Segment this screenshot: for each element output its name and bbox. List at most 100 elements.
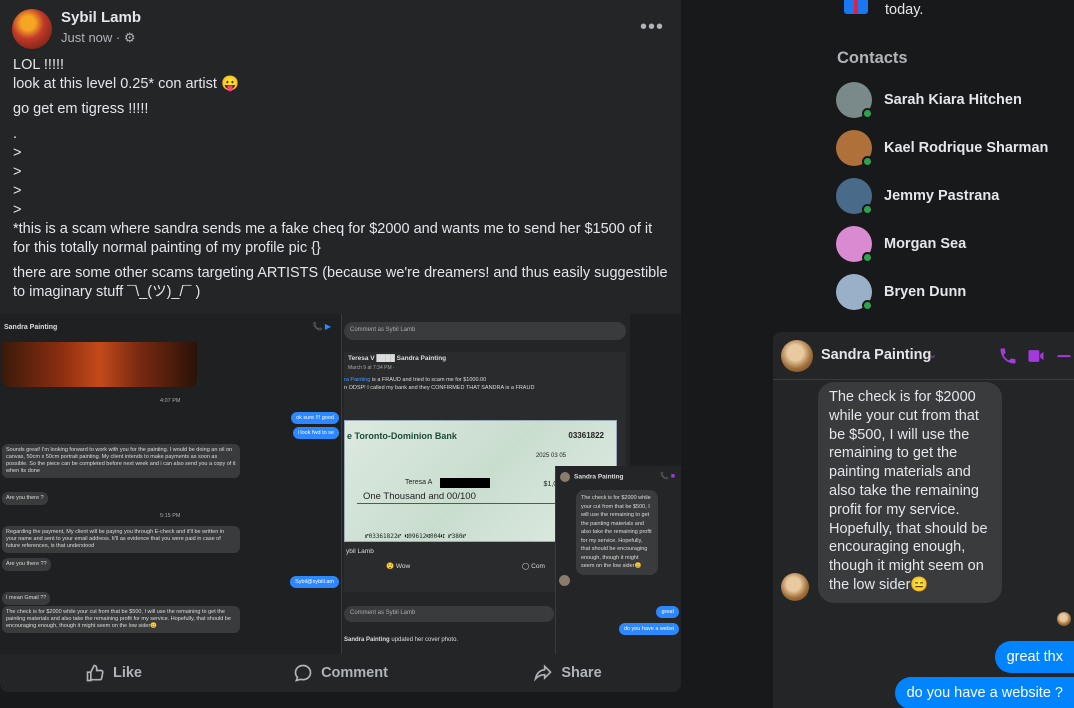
cheque-rule [357, 503, 556, 504]
fraud-date: March 9 at 7:34 PM · [348, 365, 395, 371]
contact-item[interactable]: Jemmy Pastrana [836, 174, 1074, 218]
right-rail: today. Contacts Sarah Kiara Hitchen Kael… [826, 0, 1074, 330]
msg-in: Are you there ? [2, 492, 48, 505]
cheque-bank: e Toronto-Dominion Bank [347, 431, 457, 441]
comment-button[interactable]: Comment [227, 654, 454, 692]
fraud-text-1: is a FRAUD and tried to scam me for $100… [370, 377, 487, 383]
online-indicator [862, 156, 873, 167]
contact-name: Kael Rodrique Sharman [884, 140, 1049, 156]
mini-out-1: great [656, 606, 679, 618]
sender-avatar [781, 573, 809, 601]
contact-item[interactable]: Sarah Kiara Hitchen [836, 78, 1074, 122]
mini-call-icons: 📞 ■ [660, 473, 675, 480]
cheque-number: 03361822 [568, 431, 604, 440]
chat-contact-name[interactable]: Sandra Painting [821, 347, 931, 363]
post-actions: Like Comment Share [0, 654, 681, 692]
comment-short: Com [531, 563, 545, 570]
mini-avatar [559, 575, 570, 586]
like-button[interactable]: Like [0, 654, 227, 692]
comment-label: Comment [321, 665, 388, 681]
post-meta: Just now · ⚙ [61, 30, 136, 46]
screen: Sybil Lamb Just now · ⚙ ••• LOL !!!!! lo… [0, 0, 1074, 708]
msg-in: I mean Gmail ?? [2, 592, 51, 605]
contact-name: Sarah Kiara Hitchen [884, 92, 1022, 108]
post-line: > [13, 164, 22, 180]
post-line: > [13, 145, 22, 161]
cheque-amount-words: One Thousand and 00/100 [363, 491, 476, 502]
fraud-text: ra Painting is a FRAUD and tried to scam… [344, 376, 534, 392]
outgoing-message: do you have a website ? [894, 677, 1074, 708]
author-name[interactable]: Sybil Lamb [61, 9, 141, 26]
feed-post: Sybil Lamb Just now · ⚙ ••• LOL !!!!! lo… [0, 0, 681, 692]
msg-in: Sounds great! I'm looking forward to wor… [2, 444, 240, 478]
redaction-bar [440, 478, 490, 488]
post-image-collage[interactable]: Sandra Painting 📞 ▶ 4:07 PM ok sure !!! … [0, 314, 681, 654]
msg-out: ok sure !!! good [291, 412, 339, 424]
cheque-date: 2025 03 05 [535, 453, 566, 459]
cover-name: Sandra Painting [344, 637, 390, 643]
post-text: LOL !!!!! look at this level 0.25* con a… [13, 56, 673, 302]
gift-icon [844, 0, 868, 14]
birthday-text: today. [885, 2, 924, 18]
screenshot-chat-mini: Sandra Painting 📞 ■ The check is for $20… [555, 466, 681, 654]
post-header: Sybil Lamb Just now · ⚙ ••• [12, 8, 672, 52]
thumbs-up-icon [86, 664, 104, 682]
online-indicator [862, 252, 873, 263]
comment-field-mini: Comment as Sybil Lamb [344, 322, 626, 340]
painting-image [2, 342, 197, 387]
share-button[interactable]: Share [454, 654, 681, 692]
contact-name: Bryen Dunn [884, 284, 967, 300]
screenshot-messenger: Sandra Painting 📞 ▶ 4:07 PM ok sure !!! … [0, 314, 342, 654]
fraud-text-2: n ODSP! I called my bank and they CONFIR… [344, 385, 535, 391]
contact-item[interactable]: Bryen Dunn [836, 270, 1074, 314]
video-icon[interactable] [1026, 346, 1046, 366]
online-indicator [862, 204, 873, 215]
post-line: *this is a scam where sandra sends me a … [13, 221, 657, 256]
post-line: . [13, 126, 18, 142]
contact-name: Morgan Sea [884, 236, 967, 252]
seen-avatar [1057, 612, 1071, 626]
contacts-heading: Contacts [837, 49, 908, 67]
author-avatar[interactable] [12, 9, 52, 49]
avatar [836, 178, 873, 215]
timestamp: 5:15 PM [160, 513, 181, 519]
commenter-name: ybil Lamb [346, 548, 374, 555]
call-icons: 📞 ▶ [312, 322, 331, 331]
contact-name: Jemmy Pastrana [884, 188, 1000, 204]
msg-in: Regarding the payment, My client will be… [2, 526, 240, 553]
phone-icon[interactable] [998, 346, 1018, 366]
cover-update: Sandra Painting updated her cover photo. [344, 637, 458, 643]
more-options-button[interactable]: ••• [640, 16, 664, 39]
post-line: there are some other scams targeting ART… [13, 265, 672, 300]
chevron-down-icon[interactable]: ⌄ [928, 348, 937, 361]
chat-window: Sandra Painting ⌄ The check is for $2000… [773, 332, 1074, 708]
mini-out-2: do you have a websi [618, 623, 679, 635]
chat-header[interactable]: Sandra Painting ⌄ [773, 332, 1074, 380]
post-line: > [13, 183, 22, 199]
post-line: go get em tigress !!!!! [13, 101, 149, 117]
share-label: Share [561, 665, 602, 681]
comment-field-mini-2: Comment as Sybil Lamb [344, 606, 554, 622]
post-time[interactable]: Just now · [61, 30, 124, 45]
avatar [836, 82, 873, 119]
msg-out: i look fwd to se [292, 427, 339, 439]
wow-icon: 😲 [386, 563, 395, 570]
like-label: Like [112, 665, 142, 681]
outgoing-message: great thx [994, 641, 1074, 673]
contact-item[interactable]: Kael Rodrique Sharman [836, 126, 1074, 170]
chat-avatar[interactable] [781, 340, 813, 372]
post-line: > [13, 202, 22, 218]
cheque-micr: ⑈03361822⑈ ⑆09612⑆004⑆ ⑈380⑈ [365, 533, 467, 540]
avatar [836, 130, 873, 167]
chat-header-icons [984, 346, 1074, 366]
cheque-payee: Teresa A [405, 479, 433, 486]
mini-chat-name: Sandra Painting [560, 472, 623, 482]
online-indicator [862, 300, 873, 311]
contact-item[interactable]: Morgan Sea [836, 222, 1074, 266]
online-indicator [862, 108, 873, 119]
fraud-poster: Teresa V ████ Sandra Painting [348, 355, 447, 362]
minimize-icon[interactable] [1054, 346, 1074, 366]
timestamp: 4:07 PM [160, 398, 181, 404]
mini-chat-bubble: The check is for $2000 while your cut fr… [576, 490, 658, 575]
fraud-link: ra Painting [344, 377, 371, 383]
